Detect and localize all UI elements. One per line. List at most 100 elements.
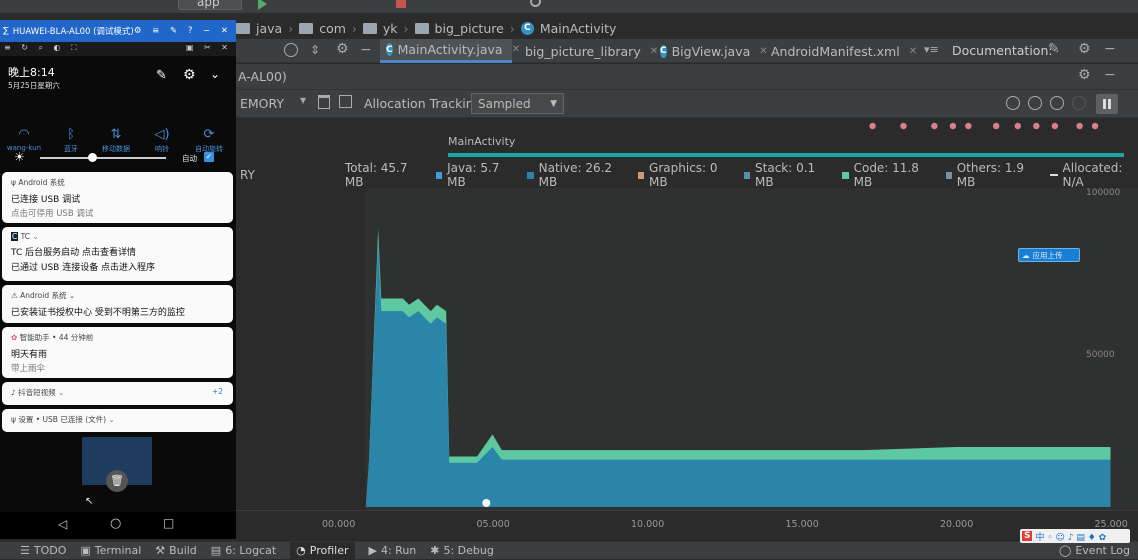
tab-logcat[interactable]: ▤ 6: Logcat xyxy=(211,544,276,557)
qs-mobile-data[interactable]: ⇅ 移动数据 xyxy=(96,126,136,154)
legend-items: Java: 5.7 MB Native: 26.2 MB Graphics: 0 M… xyxy=(435,161,1138,189)
legend-label: Others: 1.9 MB xyxy=(956,161,1024,189)
tab-build[interactable]: ⚒ Build xyxy=(155,544,197,557)
ime-toolbar[interactable]: S 中 ◦ ☺ ♪ ▤ ♦ ✿ xyxy=(1020,529,1130,543)
folder-icon xyxy=(299,22,314,34)
phone-tool-icons-right[interactable]: ▣ ✂ ✕ xyxy=(186,43,232,52)
edit-icon[interactable]: ✎ xyxy=(1048,41,1060,57)
tab-mainactivity[interactable]: C MainActivity.java ✕ xyxy=(380,39,520,63)
upload-badge[interactable]: ☁ 应用上传 xyxy=(1018,248,1080,262)
legend-label: Allocated: N/A xyxy=(1062,161,1123,189)
hammer-icon: ⚒ xyxy=(155,544,166,557)
breadcrumb-item[interactable]: MainActivity xyxy=(540,21,617,36)
notification-title: 已安装证书授权中心 受到不明第三方的监控 xyxy=(11,308,185,318)
phone-tool-icons[interactable]: ≡ ↻ ⌕ ◐ ⛶ xyxy=(4,43,81,53)
tab-bigview[interactable]: C BigView.java ✕ xyxy=(654,39,768,63)
brightness-slider-thumb[interactable] xyxy=(88,153,97,162)
event-dot xyxy=(992,122,1000,130)
minimize-icon[interactable]: − xyxy=(1104,41,1116,57)
cloud-icon: ☁ xyxy=(1022,250,1030,260)
notification-weather[interactable]: ✿ 智能助手 • 44 分钟前 明天有雨 带上雨伞 xyxy=(2,327,233,378)
gear-icon[interactable]: ⚙ xyxy=(1078,67,1091,83)
breadcrumb-item[interactable]: yk xyxy=(383,21,398,36)
stop-icon[interactable] xyxy=(396,0,406,8)
search-icon[interactable] xyxy=(530,0,541,7)
event-log-button[interactable]: ◯ Event Log xyxy=(1059,544,1130,557)
close-icon[interactable]: ✕ xyxy=(909,46,917,57)
chevron-down-icon[interactable]: ⌄ xyxy=(210,67,220,81)
chevron-down-icon: ▼ xyxy=(550,98,557,109)
tab-big-picture-library[interactable]: big_picture_library ✕ xyxy=(514,39,660,63)
chevron-down-icon[interactable]: ⌄ xyxy=(58,388,64,397)
event-dot xyxy=(900,122,907,130)
trash-icon[interactable] xyxy=(318,95,330,109)
clear-notifications-icon[interactable]: 🗑 xyxy=(106,470,128,492)
gear-icon[interactable]: ⚙ xyxy=(1078,41,1091,57)
back-icon[interactable]: ◁ xyxy=(58,517,67,531)
tab-label: BigView.java xyxy=(671,43,751,59)
qs-bluetooth[interactable]: ᛒ 蓝牙 xyxy=(51,126,91,154)
notification-usb-debug[interactable]: ψ Android 系统 已连接 USB 调试 点击可停用 USB 调试 xyxy=(2,172,233,223)
run-icon[interactable] xyxy=(258,0,267,10)
tab-todo[interactable]: ☰ TODO xyxy=(20,544,66,557)
tab-debug[interactable]: ✱ 5: Debug xyxy=(430,544,494,557)
breadcrumb-item[interactable]: big_picture xyxy=(435,21,504,36)
window-controls[interactable]: ⚙ ≡ ✎ ? − ✕ xyxy=(134,26,232,36)
gear-icon[interactable]: ⚙ xyxy=(336,41,349,57)
device-label: A-AL00) xyxy=(238,69,287,84)
tab-list-icon[interactable]: ▾≡ xyxy=(924,43,939,56)
edit-icon[interactable]: ✎ xyxy=(156,68,167,83)
notification-app: ⚠ Android 系统 ⌄ xyxy=(11,290,224,301)
phone-mirror-window: ∑ HUAWEI-BLA-AL00 (调试模式) ⚙ ≡ ✎ ? − ✕ ≡ ↻… xyxy=(0,20,236,539)
tab-terminal[interactable]: ▣ Terminal xyxy=(80,544,141,557)
memory-chart-svg: 100000 50000 xyxy=(365,188,1138,510)
tab-androidmanifest[interactable]: AndroidManifest.xml ✕ xyxy=(760,39,917,63)
reset-zoom-icon[interactable] xyxy=(1050,96,1064,110)
dropdown-arrow-icon[interactable]: ▾ xyxy=(300,93,306,107)
notification-usb-file[interactable]: ψ 设置 • USB 已连接 (文件) ⌄ xyxy=(2,409,233,432)
run-icon: ▶ xyxy=(368,544,377,557)
gear-icon[interactable]: ⚙ xyxy=(183,67,196,83)
qs-ring[interactable]: ◁) 响铃 xyxy=(142,126,182,154)
legend-swatch xyxy=(743,171,751,179)
recents-icon[interactable]: □ xyxy=(163,516,174,530)
chevron-down-icon[interactable]: ⌄ xyxy=(32,232,38,241)
activity-label: MainActivity xyxy=(448,135,516,148)
pause-button[interactable] xyxy=(1096,94,1118,114)
tab-label: AndroidManifest.xml xyxy=(771,43,900,59)
notification-douyin[interactable]: ♪ 抖音短视频 ⌄ +2 xyxy=(2,382,233,405)
breadcrumb-item[interactable]: com xyxy=(319,21,346,36)
tab-run[interactable]: ▶ 4: Run xyxy=(369,544,417,557)
target-icon[interactable] xyxy=(284,43,298,57)
legend-item: Java: 5.7 MB xyxy=(435,161,514,189)
activity-bar[interactable] xyxy=(448,153,1124,157)
chevron-down-icon[interactable]: ⌄ xyxy=(69,291,75,300)
brightness-slider[interactable] xyxy=(40,157,166,159)
chevron-down-icon[interactable]: ⌄ xyxy=(108,415,114,424)
legend-item: Graphics: 0 MB xyxy=(637,161,730,189)
tab-label: TODO xyxy=(33,544,67,557)
collapse-icon[interactable]: ⇕ xyxy=(310,43,320,57)
run-config-select[interactable]: app xyxy=(178,0,242,10)
go-live-icon[interactable] xyxy=(1072,96,1086,110)
notification-tc[interactable]: C TC ⌄ TC 后台服务启动 点击查看详情 已通过 USB 连接设备 点击进… xyxy=(2,227,233,281)
auto-brightness-checkbox[interactable]: ✓ xyxy=(204,152,214,162)
notification-certificate[interactable]: ⚠ Android 系统 ⌄ 已安装证书授权中心 受到不明第三方的监控 xyxy=(2,285,233,323)
heap-dump-icon[interactable] xyxy=(339,95,352,108)
zoom-out-icon[interactable] xyxy=(1006,96,1020,110)
event-log-label: Event Log xyxy=(1075,544,1130,557)
qs-rotate[interactable]: ⟳ 自动旋转 xyxy=(189,126,229,154)
legend-swatch xyxy=(637,171,645,179)
y-tick-label: 100000 xyxy=(1086,188,1121,198)
legend-item: Others: 1.9 MB xyxy=(945,161,1037,189)
allocation-tracking-select[interactable]: Sampled ▼ xyxy=(471,93,564,114)
minimize-icon[interactable]: − xyxy=(360,42,372,58)
qs-label: 移动数据 xyxy=(102,145,130,153)
tab-profiler[interactable]: ◔ Profiler xyxy=(290,541,355,560)
home-icon[interactable]: ○ xyxy=(110,516,121,531)
minimize-icon[interactable]: − xyxy=(1104,67,1116,83)
qs-wifi[interactable]: ◠ wang-kun xyxy=(4,126,44,152)
event-dot xyxy=(869,122,876,130)
breadcrumb-item[interactable]: java xyxy=(256,21,282,36)
zoom-in-icon[interactable] xyxy=(1028,96,1042,110)
